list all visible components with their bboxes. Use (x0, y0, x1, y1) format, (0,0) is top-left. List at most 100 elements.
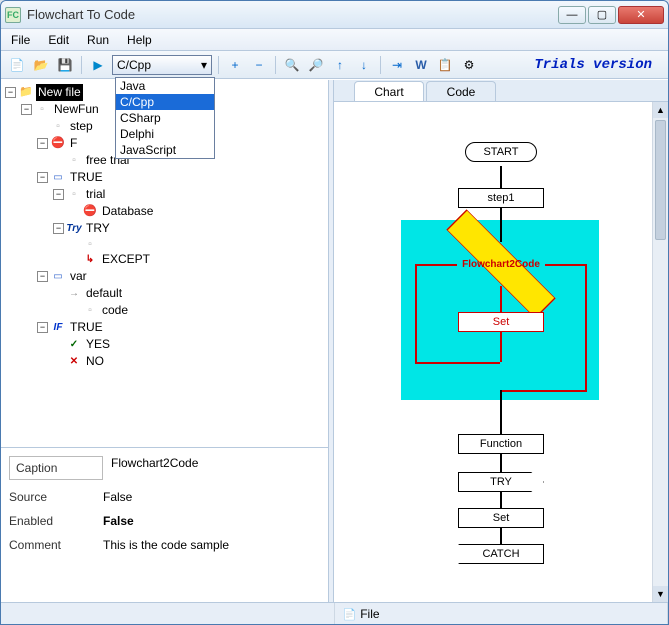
expander-icon[interactable]: − (37, 172, 48, 183)
item-icon (83, 237, 97, 251)
properties-panel: Caption Flowchart2Code Source False Enab… (1, 447, 328, 602)
connector (500, 208, 502, 242)
down-arrow-icon[interactable]: ↓ (354, 55, 374, 75)
flowchart-canvas[interactable]: START step1 Flowchart2Code Set (371, 112, 631, 592)
lang-option-javascript[interactable]: JavaScript (116, 142, 214, 158)
check-icon (67, 338, 81, 352)
lang-option-csharp[interactable]: CSharp (116, 110, 214, 126)
tree-label: F (68, 135, 79, 152)
language-select[interactable]: C/Cpp ▾ (112, 55, 212, 75)
up-arrow-icon[interactable]: ↑ (330, 55, 350, 75)
scroll-down-icon[interactable]: ▼ (653, 586, 668, 602)
minimize-button[interactable]: — (558, 6, 586, 24)
import-icon[interactable]: ⇥ (387, 55, 407, 75)
word-export-icon[interactable]: W (411, 55, 431, 75)
tree-item-no[interactable]: NO (3, 353, 326, 370)
tree-label: var (68, 268, 89, 285)
status-left (1, 603, 335, 624)
tree-label: EXCEPT (100, 251, 152, 268)
tree-label: TRUE (68, 169, 105, 186)
expander-icon[interactable]: − (5, 87, 16, 98)
zoom-in-icon[interactable]: 🔍 (282, 55, 302, 75)
add-icon[interactable]: + (225, 55, 245, 75)
prop-comment-value[interactable]: This is the code sample (103, 538, 320, 552)
spacer (37, 121, 48, 132)
prop-caption-label: Caption (9, 456, 103, 480)
close-button[interactable]: ✕ (618, 6, 664, 24)
stop-icon (51, 137, 65, 151)
folder-icon (19, 86, 33, 100)
menu-help[interactable]: Help (123, 31, 156, 49)
step1-node[interactable]: step1 (458, 188, 544, 208)
run-icon[interactable]: ▶ (88, 55, 108, 75)
tree-item-yes[interactable]: YES (3, 336, 326, 353)
new-file-icon[interactable]: 📄 (7, 55, 27, 75)
dropdown-arrow-icon: ▾ (201, 58, 207, 72)
tree-label: trial (84, 186, 107, 203)
trials-label: Trials version (534, 57, 652, 73)
start-node[interactable]: START (465, 142, 537, 162)
function-node[interactable]: Function (458, 434, 544, 454)
zoom-out-icon[interactable]: 🔎 (306, 55, 326, 75)
connector (415, 362, 500, 364)
try-node[interactable]: TRY (458, 472, 544, 492)
right-pane: Chart Code START step1 Flowchart2Code Se… (334, 80, 668, 602)
lang-option-java[interactable]: Java (116, 78, 214, 94)
chart-area[interactable]: START step1 Flowchart2Code Set (334, 102, 668, 602)
tree-item-try[interactable]: − Try TRY (3, 220, 326, 237)
maximize-button[interactable]: ▢ (588, 6, 616, 24)
menu-edit[interactable]: Edit (44, 31, 73, 49)
connector (415, 264, 457, 266)
tabs: Chart Code (334, 80, 668, 102)
app-window: FC Flowchart To Code — ▢ ✕ File Edit Run… (0, 0, 669, 625)
language-dropdown[interactable]: Java C/Cpp CSharp Delphi JavaScript (115, 77, 215, 159)
spacer (53, 339, 64, 350)
tree-item-try-body[interactable] (3, 237, 326, 251)
tree-item-trial[interactable]: − trial (3, 186, 326, 203)
connector (500, 454, 502, 472)
expander-icon[interactable]: − (37, 322, 48, 333)
tab-chart[interactable]: Chart (354, 81, 424, 101)
prop-comment-label: Comment (9, 538, 103, 552)
prop-source-value[interactable]: False (103, 490, 320, 504)
titlebar: FC Flowchart To Code — ▢ ✕ (1, 1, 668, 29)
expander-icon[interactable]: − (37, 271, 48, 282)
tree-item-code[interactable]: code (3, 302, 326, 319)
vertical-scrollbar[interactable]: ▲ ▼ (652, 102, 668, 602)
decision-node[interactable]: Flowchart2Code (456, 242, 546, 286)
tree-item-except[interactable]: EXCEPT (3, 251, 326, 268)
tree-item-var[interactable]: − var (3, 268, 326, 285)
expander-icon[interactable]: − (21, 104, 32, 115)
scroll-thumb[interactable] (655, 120, 666, 240)
set2-node[interactable]: Set (458, 508, 544, 528)
menu-file[interactable]: File (7, 31, 34, 49)
status-file-label: File (360, 607, 379, 621)
set-node[interactable]: Set (458, 312, 544, 332)
tree-root-label[interactable]: New file (36, 84, 83, 101)
connector (500, 390, 586, 392)
prop-enabled-value[interactable]: False (103, 514, 320, 528)
expander-icon[interactable]: − (53, 189, 64, 200)
prop-caption-value[interactable]: Flowchart2Code (111, 456, 320, 480)
separator (275, 56, 276, 74)
tree-item-default[interactable]: default (3, 285, 326, 302)
lang-option-delphi[interactable]: Delphi (116, 126, 214, 142)
language-selected-label: C/Cpp (117, 58, 151, 72)
catch-node[interactable]: CATCH (458, 544, 544, 564)
tree-item-true1[interactable]: − TRUE (3, 169, 326, 186)
save-icon[interactable]: 💾 (55, 55, 75, 75)
tree-label: NewFun (52, 101, 101, 118)
settings-icon[interactable]: ⚙ (459, 55, 479, 75)
tab-code[interactable]: Code (426, 81, 496, 101)
lang-option-ccpp[interactable]: C/Cpp (116, 94, 214, 110)
tree-item-true2[interactable]: − IF TRUE (3, 319, 326, 336)
expander-icon[interactable]: − (37, 138, 48, 149)
step-icon (51, 120, 65, 134)
export-icon[interactable]: 📋 (435, 55, 455, 75)
open-icon[interactable]: 📂 (31, 55, 51, 75)
expander-icon[interactable]: − (53, 223, 64, 234)
menu-run[interactable]: Run (83, 31, 113, 49)
scroll-up-icon[interactable]: ▲ (653, 102, 668, 118)
remove-icon[interactable]: − (249, 55, 269, 75)
tree-item-database[interactable]: Database (3, 203, 326, 220)
